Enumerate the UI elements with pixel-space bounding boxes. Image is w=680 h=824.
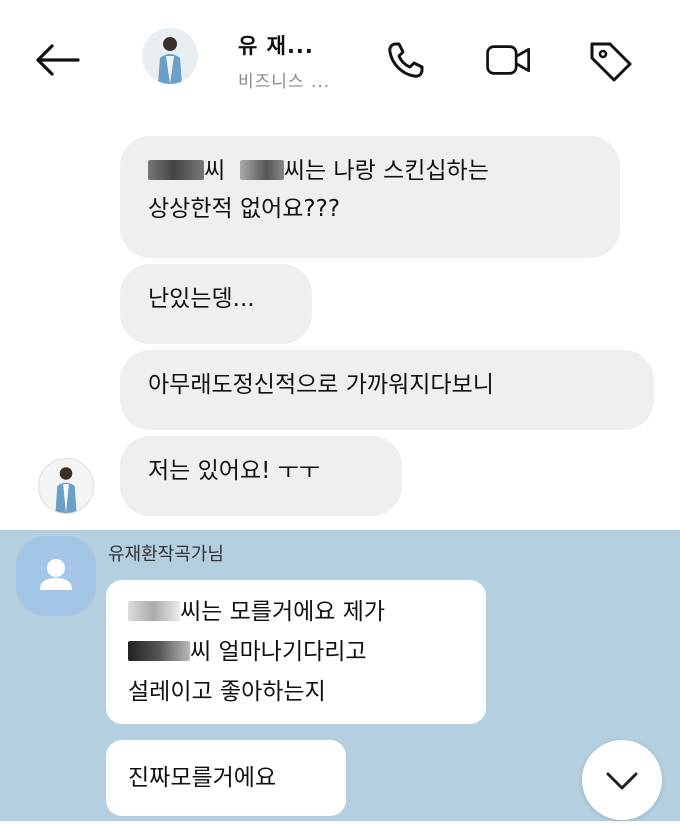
censored-name-block (148, 160, 204, 180)
sender-name: 유재환작곡가님 (108, 544, 224, 565)
received-message-2: 난있는뎅... (120, 264, 312, 344)
avatar[interactable] (38, 458, 94, 514)
contact-subtitle: 비즈니스 ... (238, 72, 331, 92)
profile-photo-icon (142, 28, 198, 84)
chevron-down-icon (606, 772, 638, 790)
censored-name-block (128, 641, 190, 661)
profile-photo-icon (39, 459, 93, 513)
kakao-message-1: 씨는 모를거에요 제가 씨 얼마나기다리고 설레이고 좋아하는지 (106, 580, 486, 724)
tag-icon[interactable] (586, 36, 636, 84)
avatar[interactable] (142, 28, 198, 84)
received-message-3: 아무래도정신적으로 가까워지다보니 (120, 350, 654, 430)
received-message-1: 씨 씨는 나랑 스킨십하는 상상한적 없어요??? (120, 136, 620, 258)
phone-icon[interactable] (382, 36, 432, 84)
back-arrow-icon[interactable] (30, 38, 86, 82)
censored-name-block (239, 160, 284, 180)
scroll-down-button[interactable] (582, 740, 662, 820)
person-icon[interactable] (16, 536, 96, 616)
censored-name-block (128, 601, 180, 621)
contact-name: 유 재... (238, 34, 314, 58)
chat-header: 유 재... 비즈니스 ... (0, 0, 680, 118)
received-message-4: 저는 있어요! ㅜㅜ (120, 436, 402, 516)
video-icon[interactable] (484, 36, 534, 84)
kakao-message-2: 진짜모를거에요 (106, 740, 346, 816)
